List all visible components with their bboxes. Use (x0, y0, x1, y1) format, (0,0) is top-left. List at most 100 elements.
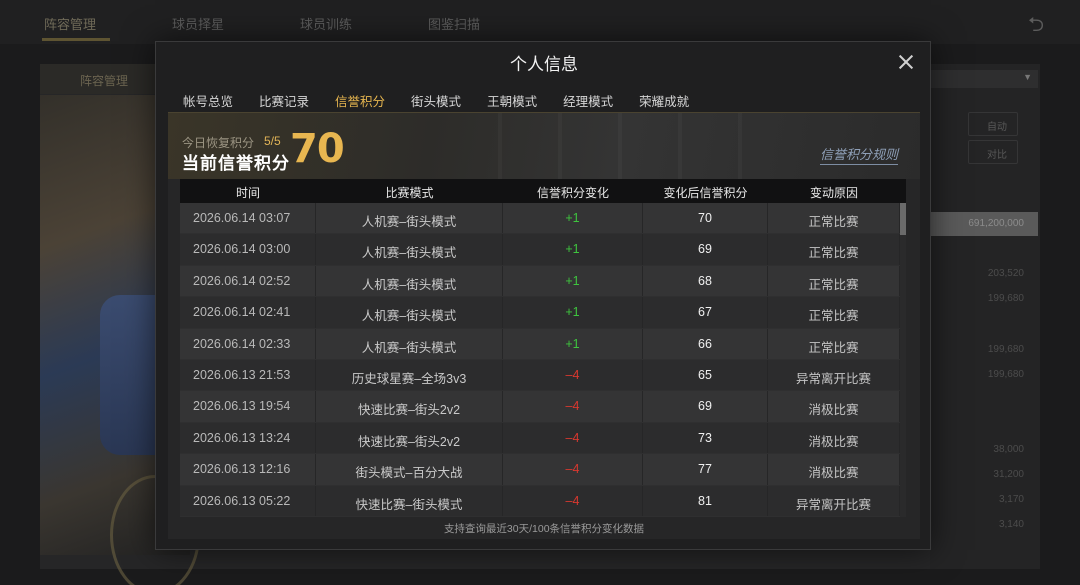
cell-time: 2026.06.14 02:33 (180, 328, 316, 359)
bg-number: 38,000 (993, 444, 1024, 455)
cell-total: 65 (643, 359, 768, 391)
cell-total: 69 (643, 234, 768, 265)
bg-number: 3,140 (998, 519, 1024, 530)
credit-rules-link[interactable]: 信誉积分规则 (819, 144, 898, 165)
bg-number: 31,200 (993, 469, 1024, 480)
cell-time: 2026.06.14 03:00 (180, 234, 316, 265)
bg-number: 203,520 (987, 268, 1024, 279)
cell-change: –4 (503, 359, 643, 391)
cell-time: 2026.06.13 21:53 (180, 359, 316, 391)
bg-tab-lineup: 阵容管理 (44, 17, 97, 32)
tab-manager-mode[interactable]: 经理模式 (550, 86, 626, 114)
cell-reason: 消极比赛 (768, 422, 900, 454)
table-row: 2026.06.14 02:33 人机赛–街头模式 +1 66 正常比赛 (180, 328, 900, 360)
cell-total: 68 (643, 265, 768, 297)
credit-label: 当前信誉积分 (182, 154, 290, 173)
table-row: 2026.06.14 03:07 人机赛–街头模式 +1 70 正常比赛 (180, 203, 900, 235)
cell-change: +1 (503, 234, 643, 265)
table-row: 2026.06.13 19:54 快速比赛–街头2v2 –4 69 消极比赛 (180, 391, 900, 423)
cell-mode: 街头模式–百分大战 (316, 454, 503, 485)
cell-total: 69 (643, 391, 768, 422)
table-body: 2026.06.14 03:07 人机赛–街头模式 +1 70 正常比赛 2026.06.… (180, 203, 900, 517)
modal-tabs: 帐号总览 比赛记录 信誉积分 街头模式 王朝模式 经理模式 荣耀成就 (170, 86, 702, 114)
tab-account-overview[interactable]: 帐号总览 (170, 86, 246, 114)
cell-change: +1 (503, 297, 643, 328)
bg-highlight-value: 691,200,000 (930, 212, 1038, 236)
table-row: 2026.06.14 02:41 人机赛–街头模式 +1 67 正常比赛 (180, 297, 900, 329)
cell-mode: 人机赛–街头模式 (316, 265, 503, 297)
bg-number: 199,680 (987, 344, 1024, 355)
cell-reason: 异常离开比赛 (768, 359, 900, 391)
cell-change: –4 (503, 422, 643, 454)
cell-mode: 人机赛–街头模式 (316, 203, 503, 234)
cell-total: 81 (643, 485, 768, 516)
header-total: 变化后信誉积分 (663, 186, 748, 200)
cell-mode: 快速比赛–街头2v2 (316, 391, 503, 422)
cell-time: 2026.06.13 05:22 (180, 485, 316, 516)
header-mode: 比赛模式 (385, 186, 434, 200)
cell-time: 2026.06.14 02:52 (180, 265, 316, 297)
bg-chip-auto: 自动 (968, 112, 1018, 136)
cell-time: 2026.06.13 19:54 (180, 391, 316, 422)
table-row: 2026.06.13 12:16 街头模式–百分大战 –4 77 消极比赛 (180, 454, 900, 486)
cell-reason: 正常比赛 (768, 328, 900, 359)
credit-value: 70 (290, 126, 345, 172)
table-row: 2026.06.13 21:53 历史球星赛–全场3v3 –4 65 异常离开比赛 (180, 359, 900, 392)
cell-total: 67 (643, 297, 768, 328)
bg-number: 199,680 (987, 369, 1024, 380)
bg-tab-underline (42, 38, 110, 41)
cell-time: 2026.06.14 02:41 (180, 297, 316, 328)
tab-dynasty-mode[interactable]: 王朝模式 (474, 86, 550, 114)
background-top-bar: 阵容管理 球员择星 球员训练 图鉴扫描 ⮌ (0, 0, 1080, 44)
cell-reason: 正常比赛 (768, 297, 900, 328)
header-change: 信誉积分变化 (536, 186, 609, 200)
bg-tab-training: 球员训练 (300, 17, 353, 32)
cell-time: 2026.06.13 12:16 (180, 454, 316, 485)
tab-street-mode[interactable]: 街头模式 (398, 86, 474, 114)
cell-total: 77 (643, 454, 768, 485)
cell-reason: 正常比赛 (768, 203, 900, 234)
table-row: 2026.06.13 05:22 快速比赛–街头模式 –4 81 异常离开比赛 (180, 485, 900, 517)
table-scrollbar[interactable] (900, 203, 906, 517)
cell-change: –4 (503, 391, 643, 422)
table-header: 时间 比赛模式 信誉积分变化 变化后信誉积分 变动原因 (180, 179, 906, 203)
cell-change: +1 (503, 203, 643, 234)
tab-honor-achievements[interactable]: 荣耀成就 (626, 86, 702, 114)
cell-change: +1 (503, 265, 643, 297)
cell-total: 73 (643, 422, 768, 454)
bg-number: 3,170 (998, 494, 1024, 505)
credit-banner: 今日恢复积分 5/5 当前信誉积分 70 信誉积分规则 (168, 112, 920, 179)
bg-number: 199,680 (987, 293, 1024, 304)
cell-total: 70 (643, 203, 768, 234)
footer-note: 支持查询最近30天/100条信誉积分变化数据 (443, 523, 645, 535)
cell-mode: 快速比赛–街头2v2 (316, 422, 503, 454)
cell-mode: 快速比赛–街头模式 (316, 485, 503, 516)
cell-mode: 人机赛–街头模式 (316, 297, 503, 328)
cell-time: 2026.06.13 13:24 (180, 422, 316, 454)
personal-info-modal: 个人信息 帐号总览 比赛记录 信誉积分 街头模式 王朝模式 经理模式 荣耀成就 … (155, 41, 931, 550)
scrollbar-thumb[interactable] (900, 203, 906, 235)
cell-total: 66 (643, 328, 768, 359)
close-icon[interactable] (894, 50, 918, 74)
recover-value: 5/5 (264, 134, 281, 148)
modal-title: 个人信息 (510, 55, 578, 74)
table-row: 2026.06.14 02:52 人机赛–街头模式 +1 68 正常比赛 (180, 265, 900, 298)
table-row: 2026.06.14 03:00 人机赛–街头模式 +1 69 正常比赛 (180, 234, 900, 266)
cell-reason: 消极比赛 (768, 391, 900, 422)
header-reason: 变动原因 (809, 186, 858, 200)
cell-mode: 人机赛–街头模式 (316, 328, 503, 359)
table-row: 2026.06.13 13:24 快速比赛–街头2v2 –4 73 消极比赛 (180, 422, 900, 455)
cell-mode: 历史球星赛–全场3v3 (316, 359, 503, 391)
bg-tab-star: 球员择星 (172, 17, 225, 32)
header-time: 时间 (235, 186, 260, 200)
bg-chip-compare: 对比 (968, 140, 1018, 164)
tab-credit-score[interactable]: 信誉积分 (322, 86, 398, 114)
cell-time: 2026.06.14 03:07 (180, 203, 316, 234)
cell-change: +1 (503, 328, 643, 359)
back-arrow-icon: ⮌ (1028, 14, 1045, 36)
tab-match-records[interactable]: 比赛记录 (246, 86, 322, 114)
bg-tab-gallery: 图鉴扫描 (428, 17, 481, 32)
credit-history-table: 时间 比赛模式 信誉积分变化 变化后信誉积分 变动原因 2026.06.14 0… (180, 179, 906, 517)
cell-change: –4 (503, 485, 643, 516)
cell-reason: 正常比赛 (768, 234, 900, 265)
